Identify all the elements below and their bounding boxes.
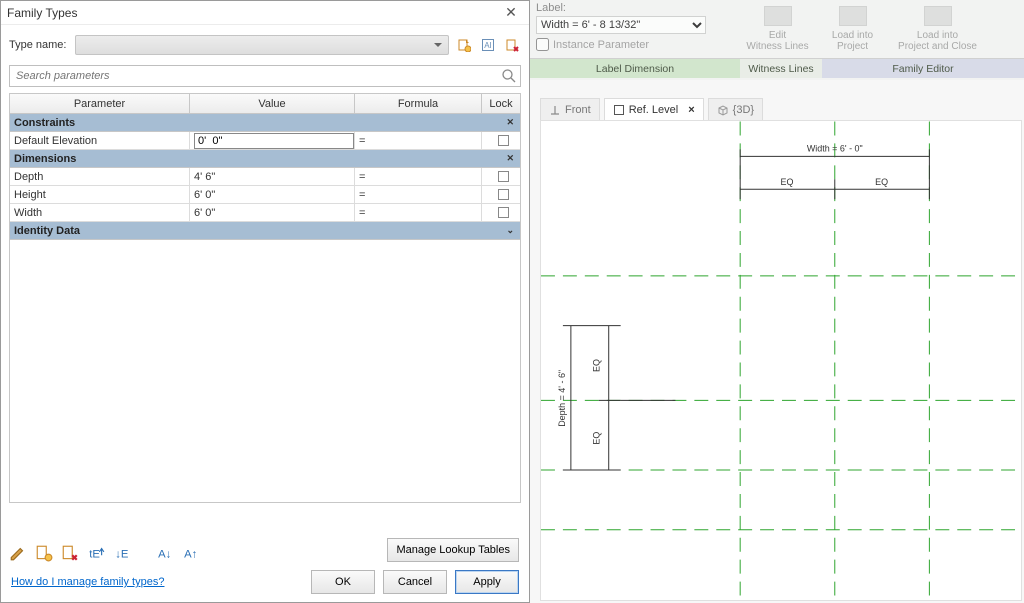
tab-3d[interactable]: {3D} [708, 98, 763, 120]
header-parameter[interactable]: Parameter [10, 94, 190, 113]
manage-lookup-tables-button[interactable]: Manage Lookup Tables [387, 538, 519, 562]
cancel-button[interactable]: Cancel [383, 570, 447, 594]
delete-type-icon [505, 38, 519, 52]
plan-icon [613, 104, 625, 116]
param-name[interactable]: Depth [10, 168, 190, 185]
group-constraints[interactable]: Constraints ✕ [10, 114, 520, 132]
load-project-icon [839, 6, 867, 26]
param-value[interactable]: 6' 0" [190, 204, 355, 221]
param-formula[interactable]: = [355, 132, 482, 149]
depth-dimension-label: Depth = 4' - 6" [557, 370, 567, 427]
row-depth: Depth 4' 6" = [10, 168, 520, 186]
header-value[interactable]: Value [190, 94, 355, 113]
row-height: Height 6' 0" = [10, 186, 520, 204]
param-name[interactable]: Default Elevation [10, 132, 190, 149]
param-value[interactable]: 6' 0" [190, 186, 355, 203]
move-down-button[interactable]: ↓E [113, 544, 131, 562]
lock-checkbox[interactable] [498, 135, 509, 146]
expand-icon[interactable]: ⌄ [506, 225, 514, 236]
edit-parameter-button[interactable] [9, 544, 27, 562]
param-name[interactable]: Width [10, 204, 190, 221]
new-type-icon [457, 38, 471, 52]
ribbon-panel-strip: Label Dimension Witness Lines Family Edi… [530, 58, 1024, 78]
collapse-icon[interactable]: ✕ [506, 117, 514, 128]
header-formula[interactable]: Formula [355, 94, 482, 113]
elevation-icon [549, 104, 561, 116]
ok-button[interactable]: OK [311, 570, 375, 594]
param-name[interactable]: Height [10, 186, 190, 203]
sort-desc-button[interactable]: A↑ [183, 544, 201, 562]
sort-asc-button[interactable]: A↓ [157, 544, 175, 562]
dialog-title: Family Types [7, 6, 77, 20]
svg-text:AI: AI [484, 41, 492, 50]
search-icon[interactable] [501, 68, 517, 84]
new-type-button[interactable] [455, 36, 473, 54]
instance-parameter-checkbox[interactable]: Instance Parameter [536, 38, 734, 51]
svg-text:A↓: A↓ [158, 549, 171, 561]
svg-text:A↑: A↑ [184, 549, 197, 561]
panel-family-editor: Family Editor [822, 58, 1024, 78]
move-up-button[interactable]: tE [87, 544, 105, 562]
width-dimension-label: Width = 6' - 0" [807, 143, 863, 153]
param-formula[interactable]: = [355, 204, 482, 221]
collapse-icon[interactable]: ✕ [506, 153, 514, 164]
param-formula[interactable]: = [355, 186, 482, 203]
close-icon[interactable]: × [688, 104, 694, 116]
eq-label: EQ [781, 177, 794, 187]
param-value-input[interactable] [194, 133, 354, 149]
lock-checkbox[interactable] [498, 207, 509, 218]
type-name-dropdown[interactable] [75, 35, 449, 55]
delete-parameter-button[interactable] [61, 544, 79, 562]
param-toolbar: tE ↓E A↓ A↑ [9, 544, 201, 562]
search-input[interactable] [9, 65, 521, 87]
view-tabs: Front Ref. Level × {3D} [540, 98, 1024, 120]
tab-front[interactable]: Front [540, 98, 600, 120]
cube-icon [717, 104, 729, 116]
lock-checkbox[interactable] [498, 171, 509, 182]
tab-ref-level[interactable]: Ref. Level × [604, 98, 704, 120]
close-button[interactable]: ✕ [499, 3, 523, 23]
panel-label-dimension: Label Dimension [530, 58, 740, 78]
new-parameter-button[interactable] [35, 544, 53, 562]
rename-type-icon: AI [481, 38, 495, 52]
eq-label: EQ [592, 432, 602, 445]
eq-label: EQ [875, 177, 888, 187]
help-link[interactable]: How do I manage family types? [11, 576, 164, 588]
svg-text:tE: tE [89, 549, 100, 561]
lock-checkbox[interactable] [498, 189, 509, 200]
group-dimensions[interactable]: Dimensions ✕ [10, 150, 520, 168]
parameter-grid: Parameter Value Formula Lock Constraints… [9, 93, 521, 503]
svg-text:↓E: ↓E [115, 549, 129, 561]
instance-parameter-input[interactable] [536, 38, 549, 51]
param-value[interactable]: 4' 6" [190, 168, 355, 185]
label-dropdown[interactable]: Width = 6' - 8 13/32" [536, 16, 706, 34]
family-types-dialog: Family Types ✕ Type name: AI Parameter V… [0, 0, 530, 603]
type-name-label: Type name: [9, 39, 69, 51]
label-caption: Label: [536, 2, 734, 14]
row-default-elevation: Default Elevation = [10, 132, 520, 150]
group-identity-data[interactable]: Identity Data ⌄ [10, 222, 520, 240]
delete-type-button[interactable] [503, 36, 521, 54]
row-width: Width 6' 0" = [10, 204, 520, 222]
param-formula[interactable]: = [355, 168, 482, 185]
header-lock[interactable]: Lock [482, 94, 520, 113]
grid-header: Parameter Value Formula Lock [10, 94, 520, 114]
panel-witness-lines: Witness Lines [740, 58, 822, 78]
load-close-icon [924, 6, 952, 26]
eq-label: EQ [592, 359, 602, 372]
rename-type-button[interactable]: AI [479, 36, 497, 54]
edit-witness-icon [764, 6, 792, 26]
titlebar: Family Types ✕ [1, 1, 529, 25]
apply-button[interactable]: Apply [455, 570, 519, 594]
drawing-canvas[interactable]: Width = 6' - 0" EQ EQ Depth = 4' - 6" EQ… [540, 120, 1022, 601]
